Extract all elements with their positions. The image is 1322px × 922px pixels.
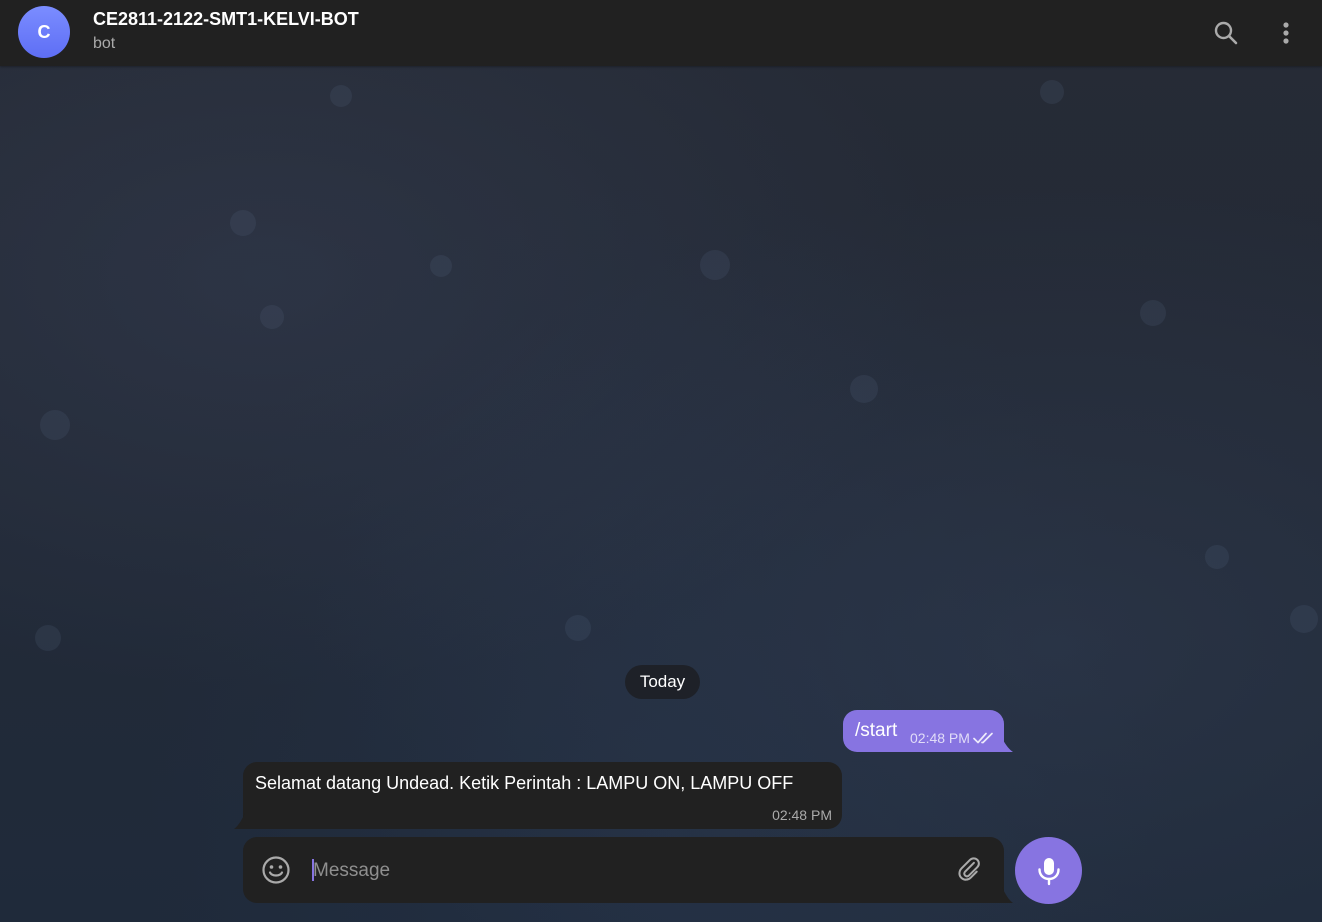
composer-tail	[1002, 887, 1013, 903]
chat-header: C CE2811-2122-SMT1-KELVI-BOT bot	[0, 0, 1322, 66]
double-check-icon	[973, 732, 993, 744]
text-caret	[312, 859, 314, 881]
bubble-tail	[1002, 738, 1013, 752]
voice-record-button[interactable]	[1015, 837, 1082, 904]
chat-title: CE2811-2122-SMT1-KELVI-BOT	[93, 9, 359, 29]
search-button[interactable]	[1206, 13, 1246, 53]
telegram-chat-window: C CE2811-2122-SMT1-KELVI-BOT bot Today /…	[0, 0, 1322, 922]
message-time: 02:48 PM	[910, 730, 970, 746]
message-text: Selamat datang Undead. Ketik Perintah : …	[255, 773, 794, 793]
message-text: /start	[855, 720, 898, 741]
message-input[interactable]	[311, 853, 935, 889]
smile-icon	[262, 856, 290, 884]
avatar[interactable]: C	[18, 6, 70, 58]
emoji-button[interactable]	[260, 854, 292, 886]
message-time: 02:48 PM	[772, 807, 832, 823]
chat-info[interactable]: CE2811-2122-SMT1-KELVI-BOT bot	[93, 8, 359, 55]
message-meta: 02:48 PM	[910, 730, 995, 746]
more-vertical-icon	[1283, 22, 1289, 44]
message-outgoing[interactable]: /start 02:48 PM	[843, 710, 1004, 752]
paperclip-icon	[958, 857, 980, 881]
message-incoming[interactable]: Selamat datang Undead. Ketik Perintah : …	[243, 762, 842, 829]
search-icon	[1214, 21, 1238, 45]
bubble-tail	[234, 813, 245, 829]
attach-button[interactable]	[954, 854, 986, 886]
date-separator: Today	[625, 665, 700, 699]
more-menu-button[interactable]	[1266, 13, 1306, 53]
message-composer	[243, 837, 1004, 903]
microphone-icon	[1037, 857, 1060, 885]
chat-subtitle: bot	[93, 35, 116, 52]
